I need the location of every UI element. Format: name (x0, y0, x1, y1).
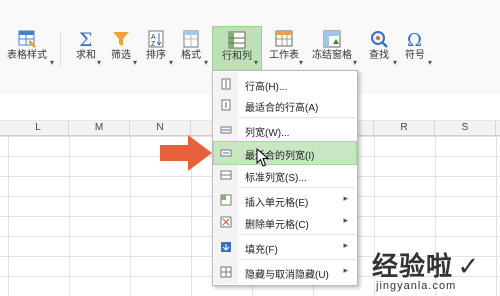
sort-label: 排序 (146, 50, 166, 61)
svg-text:Σ: Σ (79, 29, 92, 50)
watermark-title: 经验啦 (372, 252, 454, 282)
autofit-row-icon (221, 99, 231, 111)
submenu-arrow-icon: ▸ (343, 265, 348, 275)
column-header[interactable]: S (435, 121, 496, 135)
worksheet-icon (275, 30, 293, 47)
menu-item-label: 删除单元格(C) (245, 220, 309, 231)
format-label: 格式 (181, 50, 201, 61)
menu-separator (239, 234, 355, 235)
chevron-down-icon: ▾ (97, 58, 102, 67)
freeze-panes-button[interactable]: 冻结窗格 (308, 28, 356, 70)
watermark-url: jingyanla.com (376, 280, 457, 292)
table-style-button[interactable]: 表格样式 (2, 28, 52, 70)
svg-text:Z: Z (151, 41, 156, 48)
chevron-down-icon: ▾ (50, 58, 55, 67)
column-width-icon (220, 126, 232, 134)
mouse-cursor-icon (256, 148, 270, 167)
toolbar-divider (60, 32, 61, 66)
svg-text:A: A (151, 34, 156, 41)
menu-separator (239, 187, 355, 188)
menu-item-label: 标准列宽(S)... (245, 173, 307, 184)
menu-item-label: 行高(H)... (245, 82, 288, 93)
watermark: 经验啦 ✓ jingyanla.com (372, 246, 480, 292)
filter-icon (113, 32, 129, 46)
row-height-icon (221, 78, 231, 90)
checkmark-icon: ✓ (457, 251, 480, 281)
worksheet-button[interactable]: 工作表 (264, 28, 304, 70)
menu-item-label: 列宽(W)... (245, 128, 290, 139)
menu-item-label: 插入单元格(E) (245, 198, 309, 209)
sum-icon: Σ (79, 29, 92, 50)
freeze-panes-label: 冻结窗格 (312, 50, 352, 61)
table-style-icon (18, 30, 36, 48)
find-button[interactable]: 查找 (364, 28, 394, 70)
chevron-down-icon: ▾ (299, 58, 304, 67)
chevron-down-icon: ▾ (353, 58, 358, 67)
menu-item-label: 最适合的行高(A) (245, 103, 319, 114)
pointer-arrow-icon (160, 135, 212, 171)
freeze-panes-icon (323, 30, 341, 48)
column-header[interactable]: L (8, 121, 69, 135)
worksheet-label: 工作表 (269, 50, 299, 61)
menu-item-hide-unhide[interactable]: 隐藏与取消隐藏(U) ▸ (214, 261, 356, 283)
insert-cells-icon (220, 194, 232, 206)
chevron-down-icon: ▾ (204, 58, 209, 67)
menu-separator (239, 117, 355, 118)
format-icon (183, 30, 199, 48)
symbol-label: 符号 (405, 50, 425, 61)
chevron-down-icon: ▾ (169, 58, 174, 67)
chevron-down-icon: ▾ (133, 58, 138, 67)
menu-item-insert-cells[interactable]: 插入单元格(E) ▸ (214, 189, 356, 211)
menu-separator (239, 259, 355, 260)
autofit-column-icon (220, 149, 232, 157)
menu-item-row-height[interactable]: 行高(H)... (214, 73, 356, 95)
submenu-arrow-icon: ▸ (343, 240, 348, 250)
rows-columns-icon (228, 31, 246, 49)
symbol-button[interactable]: Ω 符号 (400, 28, 430, 70)
sort-button[interactable]: A Z 排序 (141, 28, 171, 70)
submenu-arrow-icon: ▸ (343, 193, 348, 203)
fill-icon (221, 242, 231, 252)
format-button[interactable]: 格式 (176, 28, 206, 70)
column-header[interactable]: R (374, 121, 435, 135)
menu-item-label: 隐藏与取消隐藏(U) (245, 270, 329, 281)
menu-item-column-width[interactable]: 列宽(W)... (214, 119, 356, 141)
delete-cells-icon (220, 216, 232, 228)
chevron-down-icon: ▾ (428, 58, 433, 67)
hide-unhide-icon (220, 266, 232, 278)
menu-item-autofit-column[interactable]: 最适合的列宽(I) (213, 141, 357, 165)
submenu-arrow-icon: ▸ (343, 215, 348, 225)
menu-item-standard-width[interactable]: 标准列宽(S)... (214, 164, 356, 186)
sort-icon: A Z (148, 30, 164, 48)
filter-label: 筛选 (111, 50, 131, 61)
table-style-label: 表格样式 (7, 50, 47, 61)
standard-width-icon (220, 170, 232, 180)
menu-item-fill[interactable]: 填充(F) ▸ (214, 236, 356, 258)
menu-item-label: 填充(F) (245, 245, 278, 256)
column-header[interactable]: M (69, 121, 130, 135)
menu-item-delete-cells[interactable]: 删除单元格(C) ▸ (214, 211, 356, 233)
symbol-icon: Ω (407, 30, 422, 50)
rows-columns-menu: 行高(H)... 最适合的行高(A) 列宽(W)... 最适合的列宽(I) 标准… (212, 70, 358, 286)
find-icon (371, 31, 388, 48)
chevron-down-icon: ▾ (393, 58, 398, 67)
chevron-down-icon: ▾ (254, 58, 259, 67)
find-label: 查找 (369, 50, 389, 61)
filter-button[interactable]: 筛选 (106, 28, 136, 70)
menu-item-autofit-row[interactable]: 最适合的行高(A) (214, 94, 356, 116)
svg-text:Ω: Ω (407, 30, 422, 50)
